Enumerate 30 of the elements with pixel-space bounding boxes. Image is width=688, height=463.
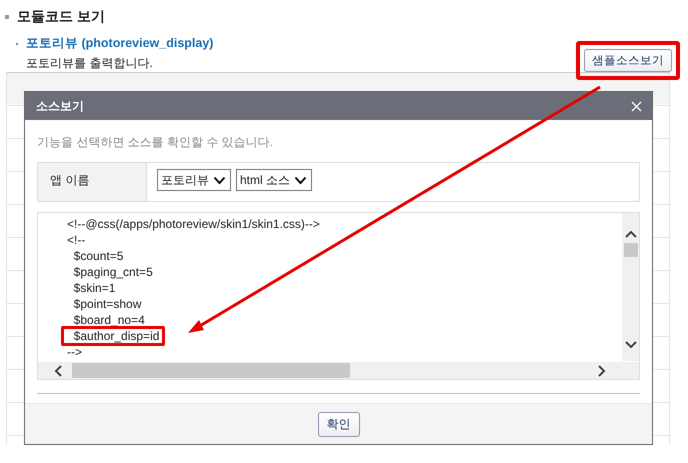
caret-icon[interactable] (294, 176, 308, 184)
code-line: $skin=1 (72, 280, 116, 297)
code-line: <!--@css(/apps/photoreview/skin1/skin1.css)--> (66, 216, 321, 233)
code-line: $paging_cnt=5 (72, 264, 154, 281)
scroll-left-icon[interactable] (54, 364, 62, 376)
code-line: $count=5 (72, 248, 124, 265)
dialog-title: 소스보기 (36, 98, 84, 114)
bullet-icon (5, 15, 9, 19)
scroll-down-icon[interactable] (624, 341, 636, 349)
code-line: <!-- (66, 232, 86, 249)
horizontal-scrollbar[interactable] (38, 362, 639, 379)
section-heading: 모듈코드 보기 (17, 8, 105, 26)
scroll-up-icon[interactable] (624, 230, 636, 238)
field-label: 앱 이름 (38, 163, 147, 201)
dropdown[interactable]: html 소스 (236, 169, 312, 191)
code-line: $board_no=4 (72, 312, 146, 329)
close-icon[interactable] (631, 100, 642, 112)
scroll-thumb[interactable] (72, 363, 350, 378)
caret-icon[interactable] (213, 176, 226, 184)
code-line: $point=show (72, 296, 142, 313)
module-description: 포토리뷰를 출력합니다. (25, 55, 154, 72)
confirm-button[interactable]: 확인 (318, 412, 360, 436)
sample-source-button[interactable]: 샘플소스보기 (584, 49, 672, 72)
dialog-hint: 기능을 선택하면 소스를 확인할 수 있습니다. (37, 134, 274, 151)
module-title: 포토리뷰 (photoreview_display) (26, 35, 214, 52)
scroll-right-icon[interactable] (598, 364, 606, 376)
dropdown[interactable]: 포토리뷰 (157, 169, 231, 191)
scroll-thumb[interactable] (624, 243, 638, 257)
vertical-scrollbar[interactable] (622, 213, 639, 361)
code-line: --> (66, 344, 83, 358)
